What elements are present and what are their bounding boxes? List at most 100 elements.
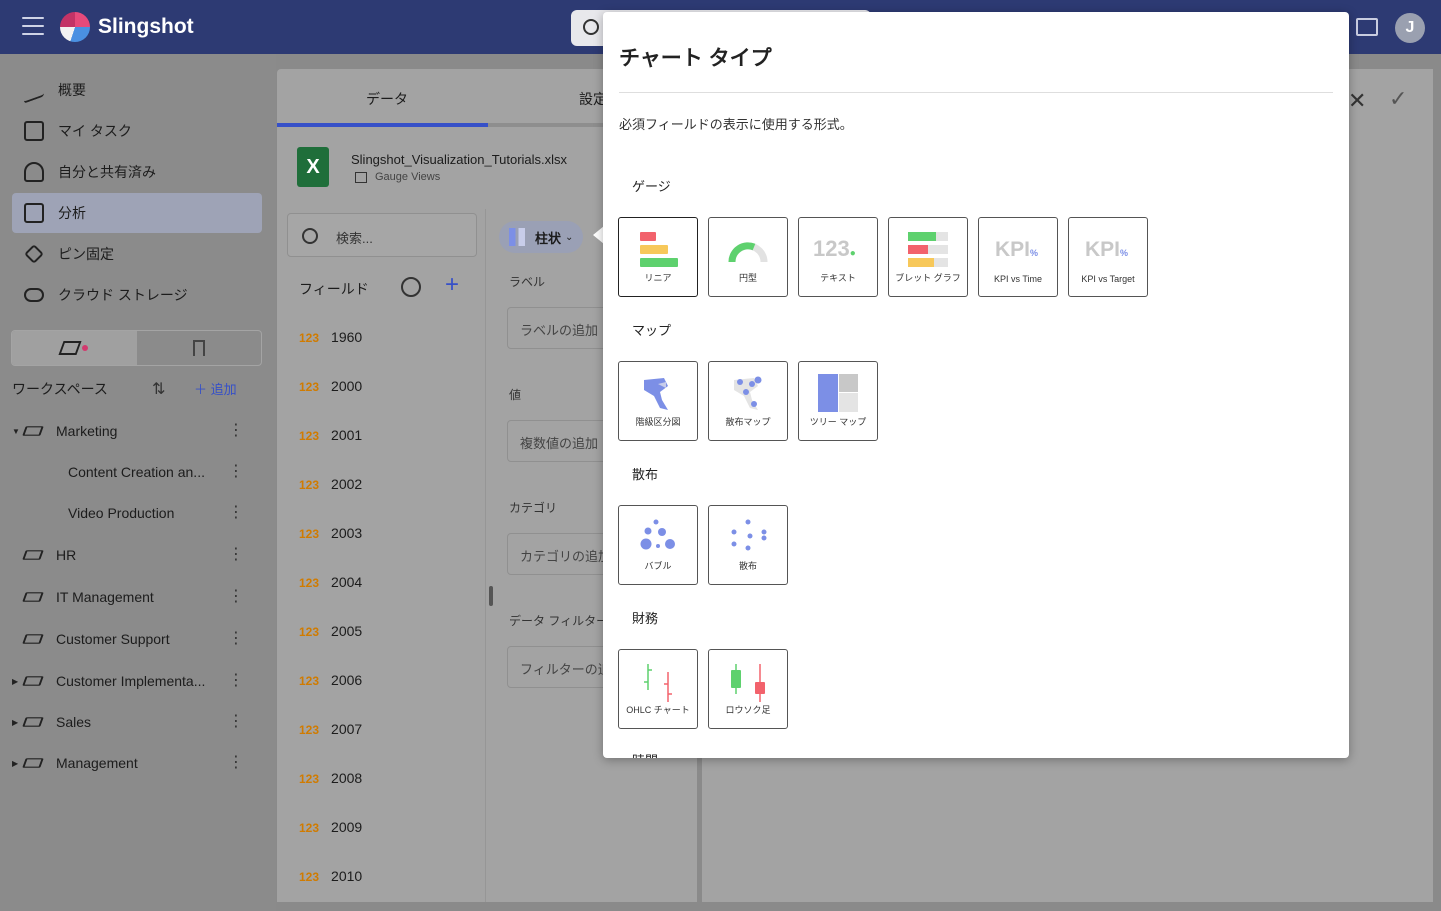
sidebar-item-overview[interactable]: 概要 <box>12 70 262 110</box>
field-name: 2005 <box>331 623 363 639</box>
more-options-icon[interactable]: ⋮ <box>228 631 244 647</box>
chart-option-treemap[interactable]: ツリー マップ <box>798 361 878 441</box>
workspaces-title: ワークスペース <box>12 381 108 397</box>
more-options-icon[interactable]: ⋮ <box>228 464 244 480</box>
workspace-row[interactable]: ▼ Marketing ⋮ <box>12 416 262 446</box>
add-field-icon[interactable]: + <box>445 273 459 297</box>
chat-icon[interactable] <box>1356 18 1378 36</box>
tab-data[interactable]: データ <box>366 89 408 109</box>
chart-option-kpi-time[interactable]: KPI% KPI vs Time <box>978 217 1058 297</box>
chart-option-candlestick[interactable]: ロウソク足 <box>708 649 788 729</box>
chart-option-scatter-map[interactable]: 散布マップ <box>708 361 788 441</box>
expand-caret-icon[interactable]: ▶ <box>12 677 20 686</box>
field-item[interactable]: 123 2003 <box>299 525 362 541</box>
more-options-icon[interactable]: ⋮ <box>228 505 244 521</box>
numeric-type-icon: 123 <box>299 576 320 590</box>
value-placeholder: 複数値の追加 <box>520 436 599 451</box>
collapse-caret-icon[interactable]: ▼ <box>12 427 20 436</box>
field-item[interactable]: 123 2004 <box>299 574 362 590</box>
radial-gauge-icon <box>728 242 768 263</box>
field-name: 2010 <box>331 868 363 884</box>
confirm-check-icon[interactable]: ✓ <box>1389 86 1407 112</box>
shared-user-icon <box>24 162 44 182</box>
numeric-type-icon: 123 <box>299 625 320 639</box>
brain-icon[interactable] <box>401 277 421 297</box>
chart-option-radial[interactable]: 円型 <box>708 217 788 297</box>
numeric-type-icon: 123 <box>299 723 320 737</box>
sidebar: 概要 マイ タスク 自分と共有済み 分析 ピン固定 クラウド ストレージ ワーク… <box>0 54 276 911</box>
more-options-icon[interactable]: ⋮ <box>228 547 244 563</box>
ohlc-chart-icon <box>644 664 672 702</box>
more-options-icon[interactable]: ⋮ <box>228 714 244 730</box>
sidebar-item-my-tasks[interactable]: マイ タスク <box>12 111 262 151</box>
field-item[interactable]: 123 2008 <box>299 770 362 786</box>
activity-icon <box>24 76 44 104</box>
chart-option-scatter[interactable]: 散布 <box>708 505 788 585</box>
field-search-input[interactable]: 検索... <box>287 213 477 257</box>
workspace-row[interactable]: IT Management ⋮ <box>12 582 262 612</box>
search-icon <box>583 19 599 35</box>
resize-handle[interactable] <box>489 586 493 606</box>
bookmarks-tab[interactable] <box>137 331 262 365</box>
choropleth-map-icon <box>644 378 668 410</box>
sidebar-item-cloud-storage[interactable]: クラウド ストレージ <box>12 275 262 315</box>
sidebar-item-analytics[interactable]: 分析 <box>12 193 262 233</box>
layers-icon <box>58 341 82 355</box>
field-item[interactable]: 123 2006 <box>299 672 362 688</box>
chart-option-label: OHLC チャート <box>626 705 690 715</box>
more-options-icon[interactable]: ⋮ <box>228 423 244 439</box>
chart-option-linear[interactable]: リニア <box>618 217 698 297</box>
kpi-icon: KPI% <box>995 238 1051 278</box>
avatar[interactable]: J <box>1395 13 1425 43</box>
workspace-row[interactable]: ▶ Management ⋮ <box>12 748 262 778</box>
field-item[interactable]: 123 2010 <box>299 868 362 884</box>
chart-option-kpi-target[interactable]: KPI% KPI vs Target <box>1068 217 1148 297</box>
workspace-row[interactable]: Customer Support ⋮ <box>12 624 262 654</box>
field-item[interactable]: 123 2009 <box>299 819 362 835</box>
add-workspace-button[interactable]: ＋ 追加 <box>194 379 237 398</box>
chart-option-ohlc[interactable]: OHLC チャート <box>618 649 698 729</box>
workspace-label: HR <box>56 547 77 563</box>
field-item[interactable]: 123 1960 <box>299 329 362 345</box>
sort-icon[interactable]: ⇅ <box>152 379 165 399</box>
workspace-label: Sales <box>56 714 92 730</box>
close-icon[interactable]: ✕ <box>1348 88 1366 114</box>
chart-type-button[interactable]: 柱状 ⌄ <box>499 221 584 253</box>
workspace-icon <box>22 426 44 436</box>
app-logo[interactable]: Slingshot <box>60 12 194 42</box>
sidebar-item-label: 分析 <box>58 205 86 221</box>
expand-caret-icon[interactable]: ▶ <box>12 718 20 727</box>
field-item[interactable]: 123 2007 <box>299 721 362 737</box>
field-item[interactable]: 123 2005 <box>299 623 362 639</box>
status-dot: ● <box>849 248 856 259</box>
sidebar-item-pinned[interactable]: ピン固定 <box>12 234 262 274</box>
more-options-icon[interactable]: ⋮ <box>228 673 244 689</box>
workspace-row[interactable]: HR ⋮ <box>12 540 262 570</box>
chart-option-label: ロウソク足 <box>725 705 771 715</box>
sidebar-item-label: クラウド ストレージ <box>58 287 188 303</box>
sidebar-item-shared[interactable]: 自分と共有済み <box>12 152 262 192</box>
hamburger-menu-icon[interactable] <box>22 17 44 37</box>
more-options-icon[interactable]: ⋮ <box>228 589 244 605</box>
field-item[interactable]: 123 2000 <box>299 378 362 394</box>
field-item[interactable]: 123 2001 <box>299 427 362 443</box>
chart-option-choropleth[interactable]: 階級区分図 <box>618 361 698 441</box>
workspace-row[interactable]: ▶ Customer Implementa... ⋮ <box>12 666 262 696</box>
column-chart-icon <box>509 228 525 246</box>
chart-option-label: 円型 <box>738 273 757 283</box>
workspaces-tab[interactable] <box>12 331 137 365</box>
workspace-label: IT Management <box>56 589 154 605</box>
workspace-label: Customer Support <box>56 631 170 647</box>
numeric-type-icon: 123 <box>299 429 320 443</box>
field-item[interactable]: 123 2002 <box>299 476 362 492</box>
workspace-row[interactable]: Video Production ⋮ <box>12 498 262 528</box>
more-options-icon[interactable]: ⋮ <box>228 755 244 771</box>
expand-caret-icon[interactable]: ▶ <box>12 759 20 768</box>
chart-option-text[interactable]: 123● テキスト <box>798 217 878 297</box>
chart-option-bubble[interactable]: バブル <box>618 505 698 585</box>
scatter-map-icon <box>734 376 762 410</box>
chart-option-bullet[interactable]: ブレット グラフ <box>888 217 968 297</box>
workspace-icon <box>22 634 44 644</box>
workspace-row[interactable]: Content Creation an... ⋮ <box>12 457 262 487</box>
workspace-row[interactable]: ▶ Sales ⋮ <box>12 707 262 737</box>
